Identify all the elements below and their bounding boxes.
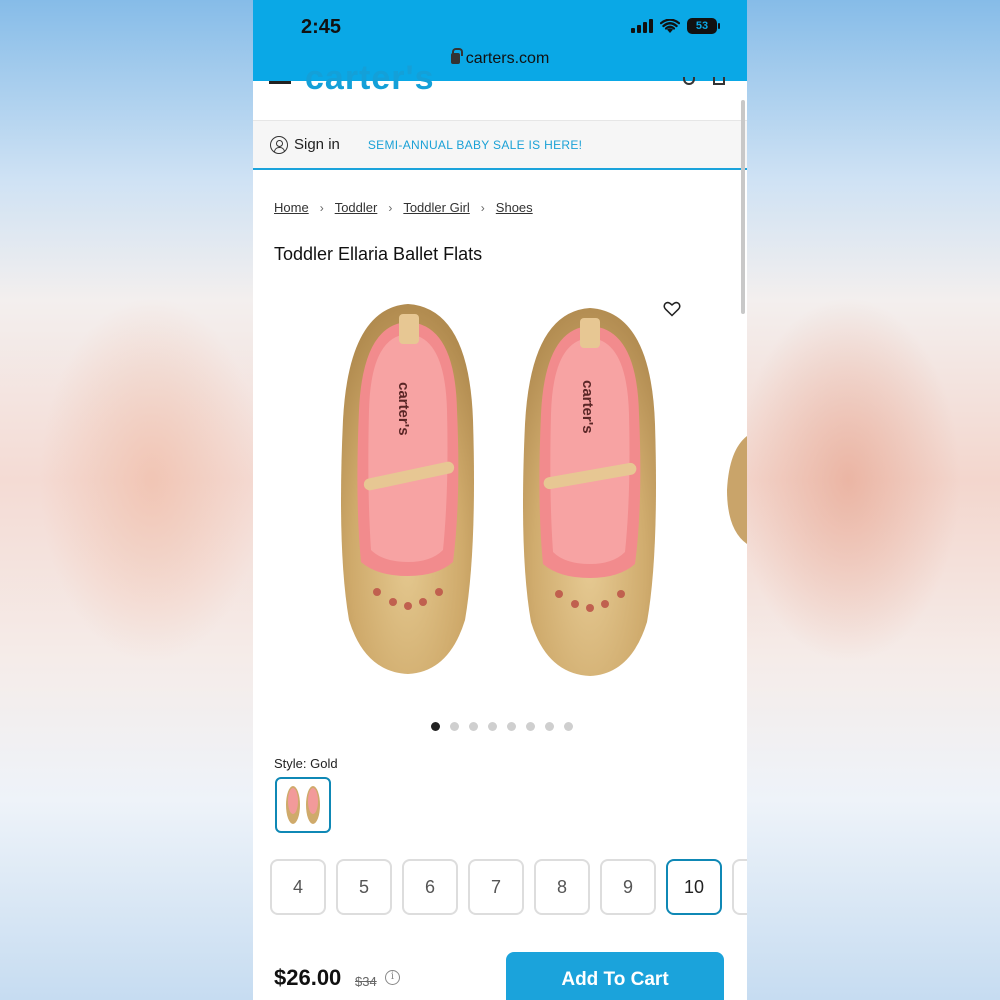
carousel-dot[interactable] [507, 722, 516, 731]
breadcrumb-toddler-girl[interactable]: Toddler Girl [403, 200, 469, 215]
size-option[interactable]: 8 [534, 859, 590, 915]
size-selector: 4 5 6 7 8 9 10 [270, 859, 747, 915]
product-image-right-shoe: carter's [523, 308, 656, 676]
size-option[interactable]: 6 [402, 859, 458, 915]
insole-brand-text: carter's [395, 382, 412, 436]
original-price: $34 [355, 974, 377, 989]
phone-screen: 2:45 53 carters.com carter's Sign in SEM… [253, 0, 747, 1000]
lock-icon [450, 48, 463, 64]
breadcrumb-separator: › [319, 200, 324, 215]
carousel-dot[interactable] [450, 722, 459, 731]
battery-level: 53 [695, 20, 709, 32]
site-header: carter's [253, 59, 747, 121]
swatch-thumbnail [280, 782, 326, 828]
size-option[interactable]: 9 [600, 859, 656, 915]
breadcrumb-separator: › [388, 200, 393, 215]
url-text: carters.com [465, 50, 550, 67]
carousel-dot[interactable] [526, 722, 535, 731]
carousel-dot[interactable] [469, 722, 478, 731]
product-title: Toddler Ellaria Ballet Flats [274, 244, 483, 264]
wishlist-heart-icon[interactable] [663, 300, 681, 318]
style-label: Style: Gold [274, 756, 338, 771]
carousel-dot[interactable] [545, 722, 554, 731]
carousel-dot[interactable] [564, 722, 573, 731]
status-time: 2:45 [301, 16, 342, 38]
size-option[interactable]: 7 [468, 859, 524, 915]
user-icon[interactable] [270, 135, 288, 154]
swatch-shoe-icon [306, 786, 320, 824]
breadcrumb-shoes[interactable]: Shoes [496, 200, 533, 215]
page-scrollbar[interactable] [741, 100, 745, 314]
breadcrumb-home[interactable]: Home [274, 200, 309, 215]
add-to-cart-button[interactable]: Add To Cart [506, 952, 724, 1000]
hamburger-menu-icon[interactable] [269, 81, 291, 84]
swatch-shoe-icon [286, 786, 300, 824]
size-option[interactable]: 4 [270, 859, 326, 915]
battery-icon: 53 [687, 18, 720, 34]
breadcrumb-toddler[interactable]: Toddler [335, 200, 378, 215]
cart-icon[interactable] [713, 77, 725, 85]
background-blur-left [0, 0, 253, 1000]
signin-bar: Sign in SEMI-ANNUAL BABY SALE IS HERE! [253, 121, 747, 170]
carters-logo[interactable]: carter's [305, 59, 435, 98]
search-icon[interactable] [683, 77, 695, 85]
size-option[interactable]: 10 [666, 859, 722, 915]
breadcrumb: Home › Toddler › Toddler Girl › Shoes [274, 200, 533, 215]
carousel-dot[interactable] [488, 722, 497, 731]
promo-banner-link[interactable]: SEMI-ANNUAL BABY SALE IS HERE! [368, 138, 582, 152]
price-info-icon[interactable]: i [385, 970, 400, 985]
current-price: $26.00 [274, 965, 342, 990]
product-image-gallery[interactable]: carter's carter's [253, 290, 747, 700]
carousel-dots [253, 722, 747, 731]
background-blur-right [747, 0, 1000, 1000]
insole-brand-text: carter's [579, 380, 596, 434]
status-icons: 53 [631, 18, 720, 34]
breadcrumb-separator: › [480, 200, 485, 215]
signin-link[interactable]: Sign in [294, 136, 340, 153]
size-option[interactable]: 5 [336, 859, 392, 915]
cellular-signal-icon [631, 19, 653, 33]
wifi-icon [660, 18, 680, 33]
carousel-dot[interactable] [431, 722, 440, 731]
style-swatch-gold[interactable] [275, 777, 331, 833]
next-image-peek[interactable] [723, 430, 747, 550]
product-image-left-shoe: carter's [341, 304, 474, 674]
size-option-partial[interactable] [732, 859, 747, 915]
